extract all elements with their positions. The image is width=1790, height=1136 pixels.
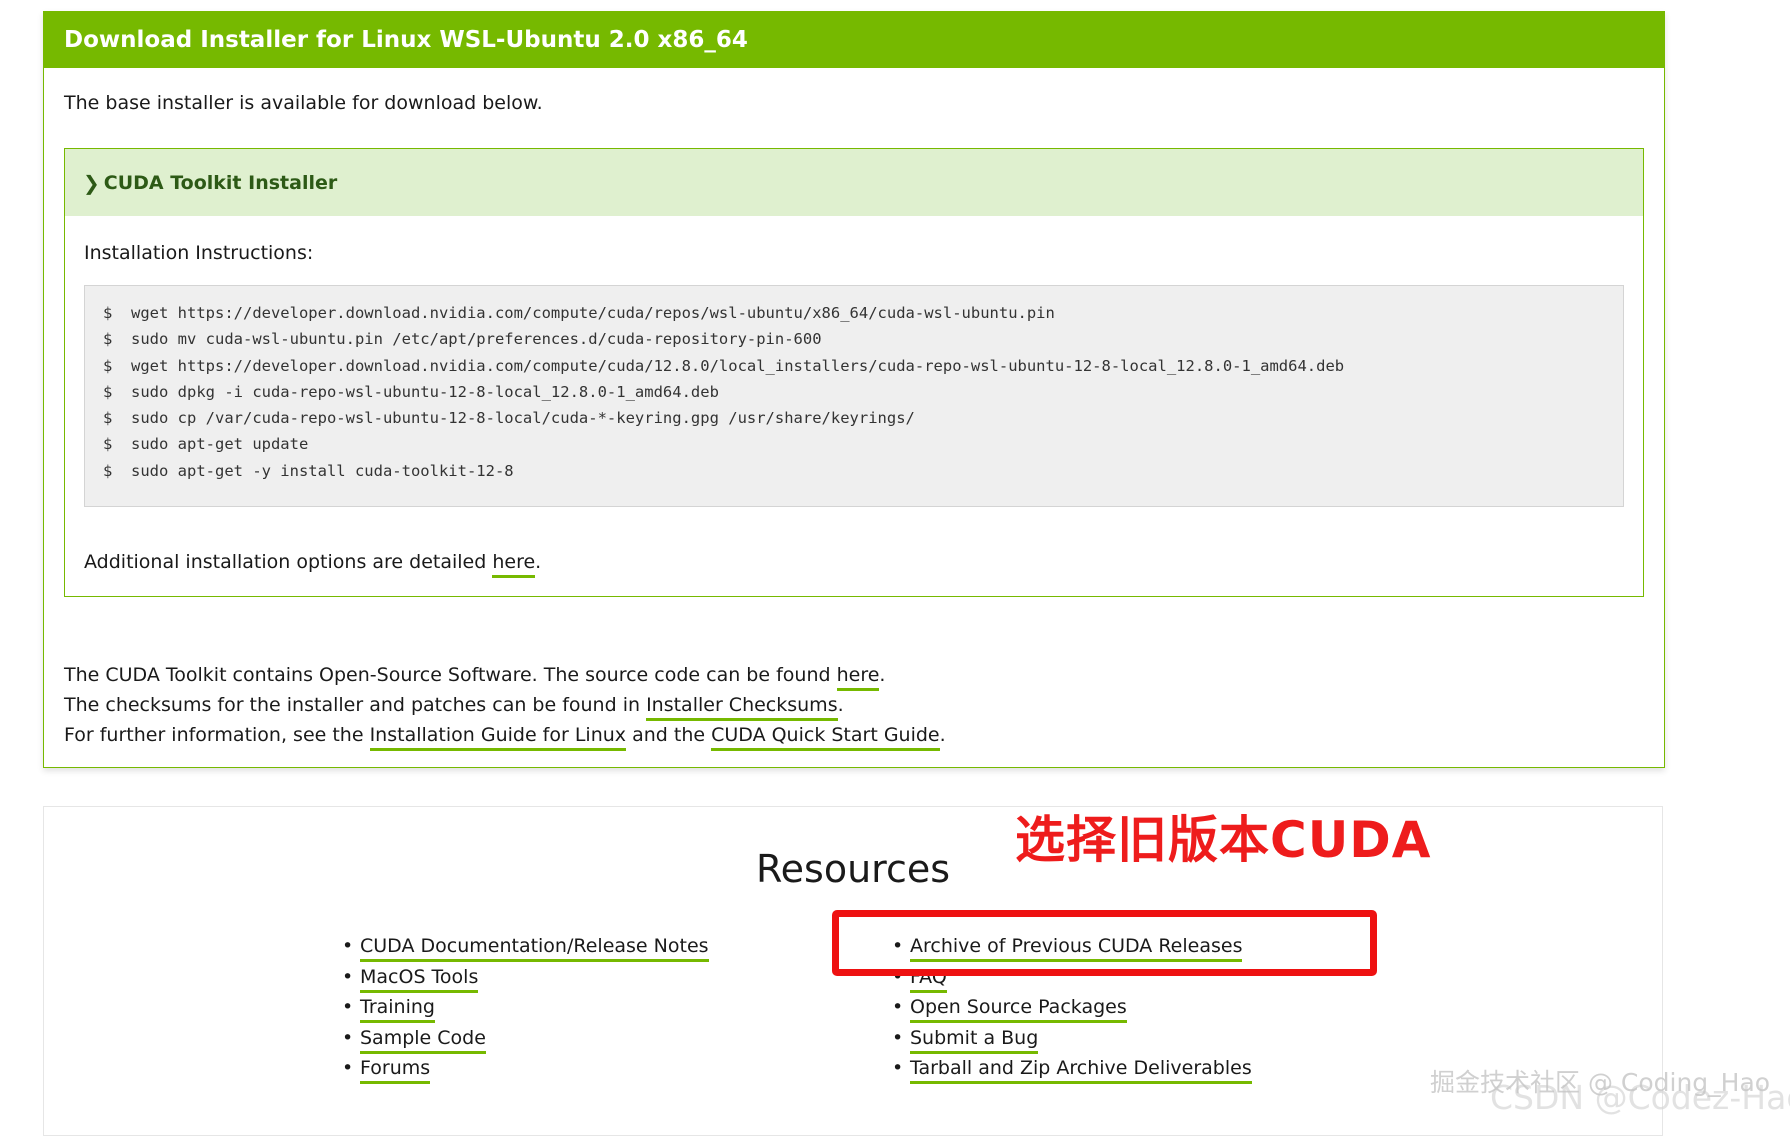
bullet-icon: •: [892, 1026, 904, 1049]
command-text: sudo dpkg -i cuda-repo-wsl-ubuntu-12-8-l…: [131, 382, 719, 401]
bullet-icon: •: [342, 996, 354, 1018]
further-info-mid: and the: [626, 724, 712, 746]
command-text: sudo cp /var/cuda-repo-wsl-ubuntu-12-8-l…: [131, 409, 915, 428]
source-code-prefix: The CUDA Toolkit contains Open-Source So…: [64, 664, 837, 686]
installer-toggle[interactable]: ❯ CUDA Toolkit Installer: [65, 149, 1643, 216]
prompt-symbol: $: [103, 356, 113, 375]
command-text: wget https://developer.download.nvidia.c…: [131, 304, 1055, 322]
watermark-juejin: 掘金技术社区 @ Coding_Hao: [1430, 1068, 1771, 1097]
installer-box: ❯ CUDA Toolkit Installer Installation In…: [64, 148, 1644, 597]
list-item: • Submit a Bug: [892, 1027, 1252, 1058]
source-code-line: The CUDA Toolkit contains Open-Source So…: [64, 660, 946, 691]
download-panel: Download Installer for Linux WSL-Ubuntu …: [43, 11, 1665, 768]
panel-header: Download Installer for Linux WSL-Ubuntu …: [44, 12, 1664, 68]
list-item: • MacOS Tools: [342, 966, 709, 997]
additional-suffix: .: [535, 551, 542, 573]
list-item: • Sample Code: [342, 1027, 709, 1058]
resource-link-tarball-zip[interactable]: Tarball and Zip Archive Deliverables: [910, 1057, 1252, 1084]
additional-options-link[interactable]: here: [492, 551, 536, 578]
prompt-symbol: $: [103, 461, 113, 480]
bullet-icon: •: [892, 996, 904, 1018]
annotation-highlight-box: [832, 910, 1377, 976]
checksums-line: The checksums for the installer and patc…: [64, 690, 946, 721]
footer-text: The CUDA Toolkit contains Open-Source So…: [64, 660, 946, 751]
additional-options-text: Additional installation options are deta…: [84, 551, 542, 578]
bullet-icon: •: [342, 935, 354, 957]
resource-link-sample-code[interactable]: Sample Code: [360, 1027, 486, 1054]
further-info-prefix: For further information, see the: [64, 724, 370, 746]
bullet-icon: •: [892, 1057, 904, 1079]
intro-text: The base installer is available for down…: [64, 92, 543, 114]
code-line: $ wget https://developer.download.nvidia.…: [103, 304, 1623, 330]
annotation-label: 选择旧版本CUDA: [1015, 811, 1432, 869]
code-block[interactable]: $ wget https://developer.download.nvidia.…: [84, 285, 1624, 507]
command-text: sudo apt-get update: [131, 435, 309, 454]
resource-link-open-source-packages[interactable]: Open Source Packages: [910, 996, 1127, 1023]
command-text: sudo mv cuda-wsl-ubuntu.pin /etc/apt/pre…: [131, 330, 822, 349]
source-code-link[interactable]: here: [836, 664, 880, 691]
list-item: • Training: [342, 996, 709, 1027]
code-line: $ sudo mv cuda-wsl-ubuntu.pin /etc/apt/pr…: [103, 330, 1623, 356]
code-line: $ sudo dpkg -i cuda-repo-wsl-ubuntu-12-8-…: [103, 383, 1623, 409]
resource-link-forums[interactable]: Forums: [360, 1057, 431, 1084]
further-info-line: For further information, see the Install…: [64, 720, 946, 751]
list-item: • CUDA Documentation/Release Notes: [342, 935, 709, 966]
chevron-right-icon: ❯: [83, 170, 100, 195]
installation-guide-link[interactable]: Installation Guide for Linux: [369, 724, 627, 751]
prompt-symbol: $: [103, 382, 113, 401]
resource-link-documentation[interactable]: CUDA Documentation/Release Notes: [360, 935, 709, 962]
code-line: $ wget https://developer.download.nvidia.…: [103, 357, 1623, 383]
resource-link-submit-bug[interactable]: Submit a Bug: [910, 1027, 1039, 1054]
list-item: • Open Source Packages: [892, 996, 1252, 1027]
resources-left-list: • CUDA Documentation/Release Notes • MacOS…: [342, 935, 709, 1088]
additional-prefix: Additional installation options are deta…: [84, 551, 493, 573]
command-text: sudo apt-get -y install cuda-toolkit-12-…: [131, 461, 514, 480]
source-code-suffix: .: [879, 664, 886, 686]
installer-checksums-link[interactable]: Installer Checksums: [646, 694, 838, 721]
prompt-symbol: $: [103, 330, 113, 349]
bullet-icon: •: [342, 1057, 354, 1079]
resource-link-training[interactable]: Training: [360, 996, 435, 1023]
prompt-symbol: $: [103, 409, 113, 428]
bullet-icon: •: [342, 1026, 354, 1049]
checksums-suffix: .: [837, 694, 844, 716]
command-text: wget https://developer.download.nvidia.c…: [131, 356, 1345, 375]
prompt-symbol: $: [103, 304, 113, 322]
further-info-suffix: .: [939, 724, 946, 746]
bullet-icon: •: [342, 965, 354, 988]
prompt-symbol: $: [103, 435, 113, 454]
list-item: • Tarball and Zip Archive Deliverables: [892, 1057, 1252, 1088]
instructions-label: Installation Instructions:: [84, 242, 314, 264]
code-line: $ sudo apt-get -y install cuda-toolkit-12…: [103, 462, 1623, 488]
checksums-prefix: The checksums for the installer and patc…: [64, 694, 647, 716]
quick-start-guide-link[interactable]: CUDA Quick Start Guide: [711, 724, 940, 751]
list-item: • Forums: [342, 1057, 709, 1088]
code-line: $ sudo cp /var/cuda-repo-wsl-ubuntu-12-8-…: [103, 409, 1623, 435]
resource-link-macos-tools[interactable]: MacOS Tools: [360, 966, 479, 993]
installer-title: CUDA Toolkit Installer: [103, 171, 338, 194]
code-line: $ sudo apt-get update: [103, 435, 1623, 461]
